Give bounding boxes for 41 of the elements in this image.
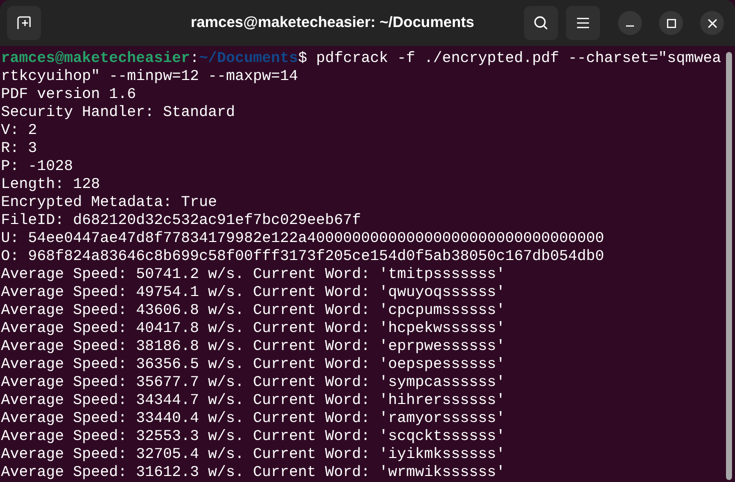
minimize-button[interactable]	[618, 11, 642, 35]
search-icon	[533, 15, 549, 31]
terminal-output-line: PDF version 1.6	[1, 86, 136, 104]
close-button[interactable]	[700, 11, 724, 35]
new-tab-button[interactable]	[7, 6, 41, 40]
terminal-output-line: Average Speed: 49754.1 w/s. Current Word: 'qwuyoqssssss'	[1, 284, 506, 302]
terminal-output-line: Average Speed: 38186.8 w/s. Current Word: 'eprpwessssss'	[1, 338, 506, 356]
terminal-output-line: Average Speed: 35677.7 w/s. Current Word: 'sympcassssss'	[1, 374, 506, 392]
terminal-output-line: Average Speed: 33440.4 w/s. Current Word: 'ramyorssssss'	[1, 410, 506, 428]
maximize-button[interactable]	[659, 11, 683, 35]
terminal-output-line: Average Speed: 40417.8 w/s. Current Word: 'hcpekwssssss'	[1, 320, 506, 338]
prompt-symbol: $	[298, 50, 308, 67]
window-title: ramces@maketecheasier: ~/Documents	[190, 12, 474, 33]
terminal-output-line: Encrypted Metadata: True	[1, 194, 218, 212]
maximize-icon	[666, 18, 676, 28]
terminal-output-line: Average Speed: 34344.7 w/s. Current Word: 'hihrerssssss'	[1, 392, 506, 410]
prompt-separator: :	[190, 50, 200, 67]
new-tab-icon	[16, 15, 32, 31]
terminal-output-line: Average Speed: 31612.3 w/s. Current Word: 'wrmwikssssss'	[1, 464, 506, 482]
terminal-output-line: Security Handler: Standard	[1, 104, 236, 122]
terminal-output-line: Average Speed: 32553.3 w/s. Current Word: 'scqcktssssss'	[1, 428, 506, 446]
menu-icon	[576, 17, 590, 29]
prompt-user-host: ramces@maketecheasier	[1, 50, 190, 67]
prompt-path: ~/Documents	[199, 50, 298, 67]
close-icon	[708, 18, 716, 28]
menu-button[interactable]	[566, 6, 600, 40]
terminal-output-line: Average Speed: 50741.2 w/s. Current Word: 'tmitpsssssss'	[1, 266, 506, 284]
command-text: pdfcrack -f ./encrypted.pdf --charset="sqmwea	[316, 50, 722, 67]
search-button[interactable]	[524, 6, 558, 40]
scrollbar[interactable]	[726, 52, 732, 480]
terminal-output-line: Average Speed: 43606.8 w/s. Current Word: 'cpcpumssssss'	[1, 302, 506, 320]
terminal-output-line: Length: 128	[1, 176, 100, 194]
terminal-output-line: rtkcyuihop" --minpw=12 --maxpw=14	[1, 68, 298, 86]
terminal-output-line: Average Speed: 32705.4 w/s. Current Word: 'iyikmkssssss'	[1, 446, 506, 464]
terminal-output-line: U: 54ee0447ae47d8f77834179982e122a400000000000000000000000000000000	[1, 230, 604, 248]
terminal-output-line: R: 3	[1, 140, 38, 158]
terminal-output-line: P: -1028	[1, 158, 74, 176]
terminal-output-line: V: 2	[1, 122, 38, 140]
terminal-output-line: O: 968f824a83646c8b699c58f00fff3173f205ce154d0f5ab38050c167db054db0	[1, 248, 604, 266]
terminal-output-line: FileID: d682120d32c532ac91ef7bc029eeb67f	[1, 212, 362, 230]
terminal-output-line: Average Speed: 36356.5 w/s. Current Word: 'oepspessssss'	[1, 356, 506, 374]
